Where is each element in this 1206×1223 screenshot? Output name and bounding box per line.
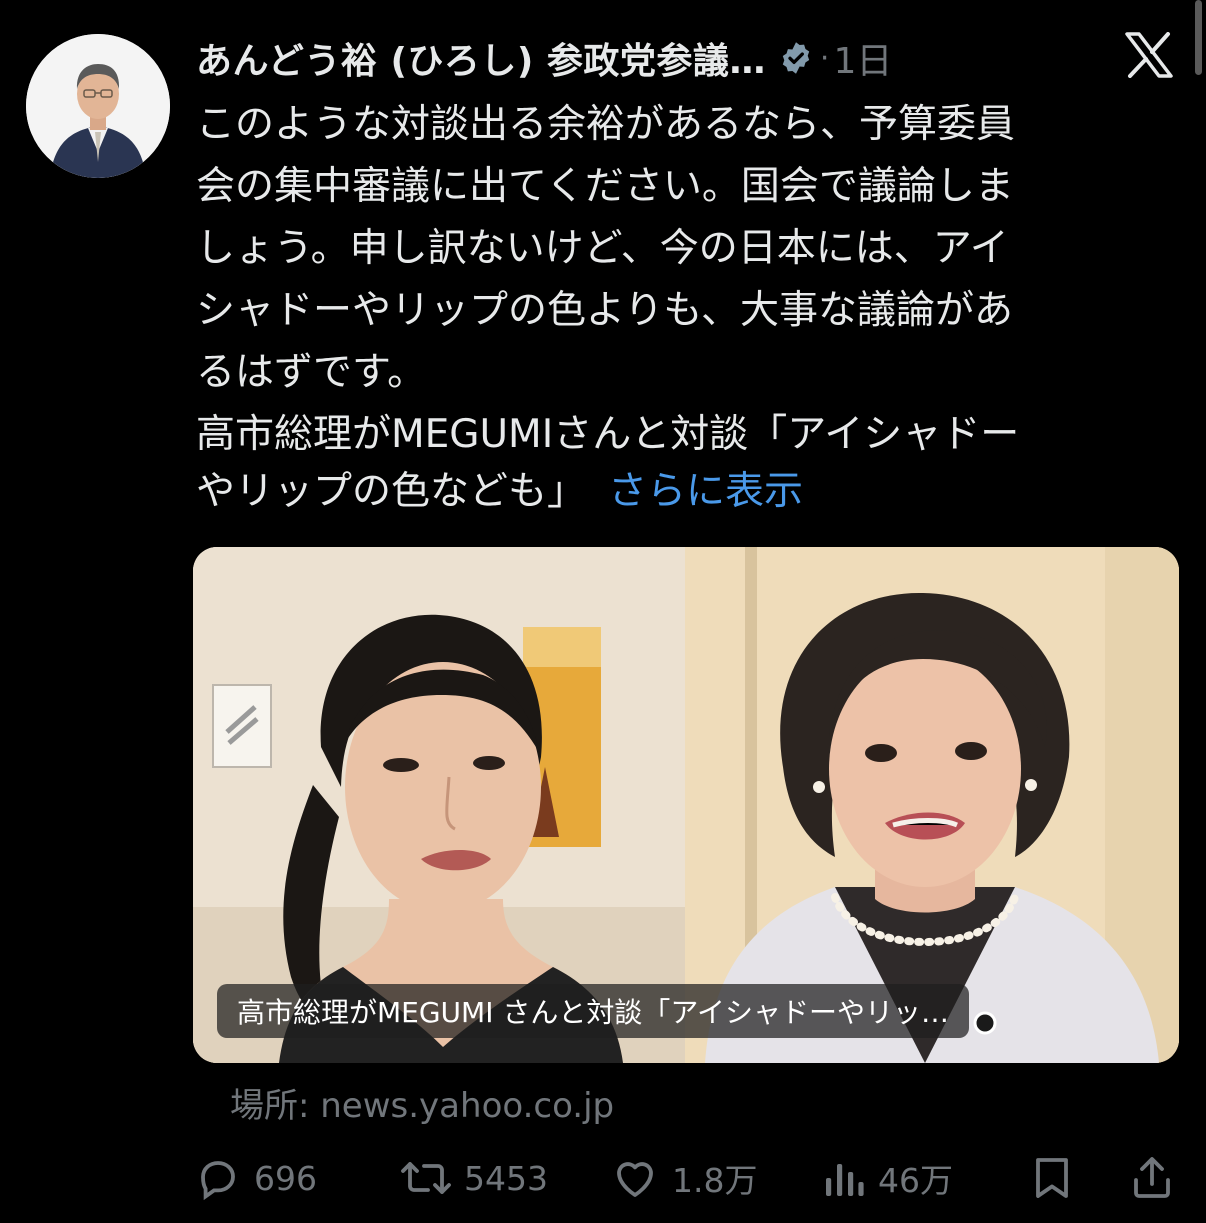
reply-button[interactable]: 696 — [194, 1148, 317, 1208]
bookmark-icon — [1030, 1154, 1074, 1202]
scrollbar[interactable] — [1195, 0, 1202, 75]
views-icon — [822, 1154, 866, 1202]
timestamp[interactable]: 1日 — [833, 32, 892, 84]
like-icon — [610, 1154, 660, 1202]
tweet-body: このような対談出る余裕があるなら、予算委員 会の集中審議に出てください。国会で議… — [196, 102, 1016, 395]
avatar-image — [26, 34, 170, 178]
share-icon — [1128, 1154, 1176, 1202]
like-button[interactable]: 1.8万 — [610, 1148, 757, 1208]
link-card-media[interactable]: 高市総理がMEGUMI さんと対談「アイシャドーやリッ… — [193, 547, 1179, 1063]
bookmark-button[interactable] — [1030, 1148, 1074, 1208]
tweet-quote-line1: 高市総理がMEGUMIさんと対談「アイシャドー — [196, 412, 1020, 457]
link-source[interactable]: 場所: news.yahoo.co.jp — [230, 1078, 614, 1127]
repost-button[interactable]: 5453 — [400, 1148, 548, 1208]
action-bar: 696 5453 1.8万 46万 — [0, 1148, 1206, 1208]
avatar[interactable] — [26, 34, 170, 178]
views-count: 46万 — [878, 1161, 953, 1200]
share-button[interactable] — [1128, 1148, 1176, 1208]
show-more-link[interactable]: さらに表示 — [608, 469, 803, 514]
tweet-quote-line2: やリップの色なども」 — [196, 469, 587, 514]
x-logo-icon[interactable] — [1124, 32, 1174, 78]
verified-badge-icon — [778, 40, 814, 76]
views-button[interactable]: 46万 — [822, 1148, 953, 1208]
media-caption: 高市総理がMEGUMI さんと対談「アイシャドーやリッ… — [217, 984, 969, 1038]
author-name[interactable]: あんどう裕 (ひろし) 参政党参議… — [196, 32, 766, 84]
repost-icon — [400, 1154, 452, 1202]
reply-count: 696 — [254, 1158, 317, 1198]
like-count: 1.8万 — [672, 1161, 758, 1200]
tweet-header: あんどう裕 (ひろし) 参政党参議… · 1日 — [196, 26, 892, 90]
reply-icon — [194, 1154, 242, 1202]
repost-count: 5453 — [464, 1158, 548, 1198]
separator-dot: · — [819, 40, 830, 76]
tweet-quote-line2-row: やリップの色なども」 さらに表示 — [196, 466, 803, 518]
tweet-page: あんどう裕 (ひろし) 参政党参議… · 1日 このような対談出る余裕があるなら… — [0, 0, 1206, 1223]
